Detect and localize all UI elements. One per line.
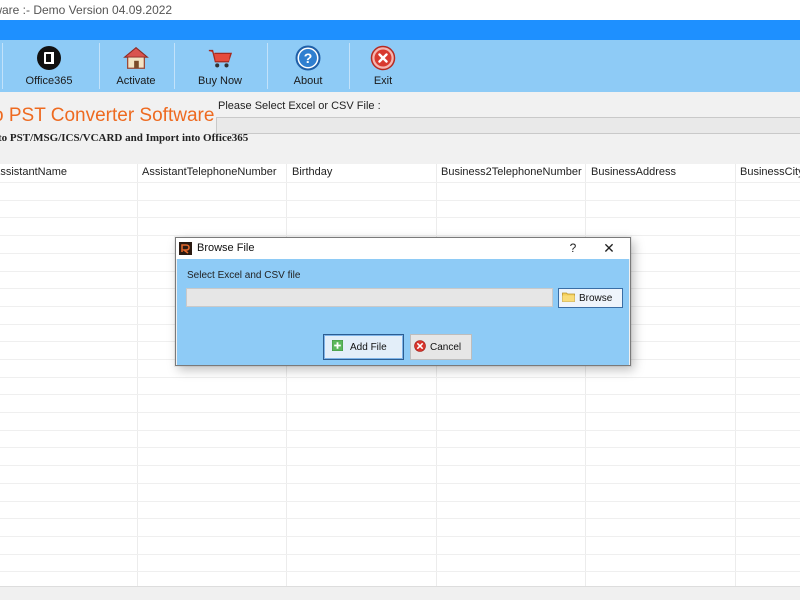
browse-button[interactable]: Browse	[558, 288, 623, 308]
add-file-button[interactable]: Add File	[323, 334, 404, 360]
main-toolbar: Office365 Activate Buy Now ? About Exit	[0, 40, 800, 92]
toolbar-separator	[2, 43, 3, 89]
column-header[interactable]: AssistantName	[0, 164, 67, 182]
add-file-label: Add File	[350, 341, 387, 353]
about-label: About	[293, 75, 323, 87]
browse-label: Browse	[579, 292, 613, 304]
office365-button[interactable]: Office365	[24, 40, 74, 92]
cancel-label: Cancel	[430, 341, 462, 353]
header-accent-band	[0, 20, 800, 40]
app-title: o PST Converter Software	[0, 105, 215, 126]
grid-row-line	[0, 430, 800, 431]
grid-row-line	[0, 235, 800, 236]
dialog-title: Browse File	[197, 242, 255, 254]
contacts-grid[interactable]: AssistantName AssistantTelephoneNumber B…	[0, 164, 800, 586]
help-question-icon: ?	[295, 45, 321, 71]
dialog-body: Select Excel and CSV file Browse Add Fil…	[177, 259, 629, 365]
column-header[interactable]: BusinessAddress	[587, 164, 676, 182]
shopping-cart-icon	[207, 45, 233, 71]
app-logo-icon	[179, 242, 192, 255]
grid-row-line	[0, 394, 800, 395]
cancel-button[interactable]: Cancel	[410, 334, 472, 360]
column-header[interactable]: Business2TelephoneNumber	[437, 164, 582, 182]
grid-row-line	[0, 518, 800, 519]
toolbar-separator	[99, 43, 100, 89]
grid-column-divider	[585, 164, 586, 586]
column-header[interactable]: BusinessCity	[736, 164, 800, 182]
activate-house-icon	[123, 45, 149, 71]
buy-now-label: Buy Now	[197, 75, 243, 87]
app-subtitle: to PST/MSG/ICS/VCARD and Import into Off…	[0, 132, 249, 144]
dialog-close-button[interactable]: ✕	[596, 238, 622, 259]
grid-row-line	[0, 483, 800, 484]
grid-column-divider	[137, 164, 138, 586]
folder-icon	[562, 291, 575, 305]
about-button[interactable]: ? About	[286, 40, 330, 92]
toolbar-separator	[349, 43, 350, 89]
grid-row-line	[0, 217, 800, 218]
browse-file-dialog: Browse File ? ✕ Select Excel and CSV fil…	[175, 237, 631, 366]
add-plus-icon	[331, 339, 344, 354]
file-path-field[interactable]	[216, 117, 800, 134]
app-header: o PST Converter Software to PST/MSG/ICS/…	[0, 92, 800, 164]
grid-row-line	[0, 536, 800, 537]
dialog-file-path-input[interactable]	[186, 288, 553, 307]
exit-button[interactable]: Exit	[366, 40, 400, 92]
file-select-label: Please Select Excel or CSV File :	[218, 100, 381, 112]
toolbar-separator	[267, 43, 268, 89]
grid-row-line	[0, 182, 800, 183]
grid-row-line	[0, 554, 800, 555]
column-header[interactable]: Birthday	[288, 164, 332, 182]
office365-label: Office365	[25, 75, 73, 87]
svg-text:?: ?	[304, 50, 313, 66]
grid-row-line	[0, 377, 800, 378]
activate-button[interactable]: Activate	[110, 40, 162, 92]
dialog-file-label: Select Excel and CSV file	[187, 270, 301, 281]
office365-icon	[36, 45, 62, 71]
cancel-icon	[414, 339, 426, 355]
dialog-titlebar: Browse File ? ✕	[176, 238, 630, 259]
grid-row-line	[0, 412, 800, 413]
window-titlebar: tware :- Demo Version 04.09.2022	[0, 0, 800, 20]
grid-header-row: AssistantName AssistantTelephoneNumber B…	[0, 164, 800, 182]
toolbar-separator	[174, 43, 175, 89]
status-bar	[0, 586, 800, 600]
column-header[interactable]: AssistantTelephoneNumber	[138, 164, 277, 182]
window-title: tware :- Demo Version 04.09.2022	[0, 3, 173, 17]
dialog-help-button[interactable]: ?	[564, 238, 582, 259]
grid-column-divider	[735, 164, 736, 586]
grid-row-line	[0, 571, 800, 572]
buy-now-button[interactable]: Buy Now	[192, 40, 248, 92]
grid-row-line	[0, 200, 800, 201]
grid-column-divider	[436, 164, 437, 586]
exit-label: Exit	[373, 75, 393, 87]
activate-label: Activate	[116, 75, 156, 87]
grid-row-line	[0, 501, 800, 502]
exit-icon	[370, 45, 396, 71]
grid-row-line	[0, 447, 800, 448]
grid-row-line	[0, 465, 800, 466]
grid-column-divider	[286, 164, 287, 586]
